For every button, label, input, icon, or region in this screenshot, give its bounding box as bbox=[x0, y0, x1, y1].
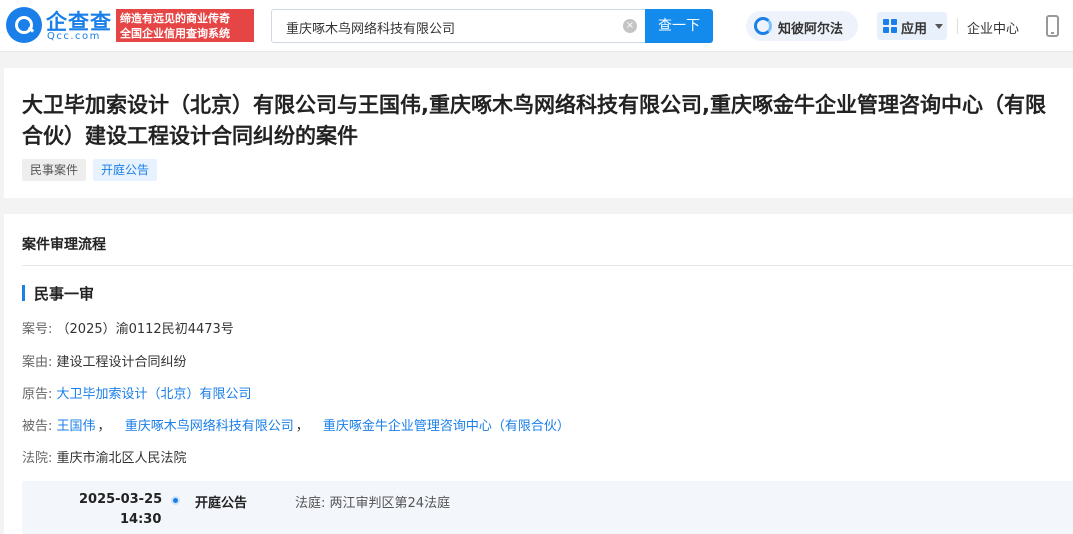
defendant-separator: ， bbox=[97, 419, 111, 434]
slogan-banner: 缔造有远见的商业传奇 全国企业信用查询系统 bbox=[116, 9, 254, 42]
chevron-down-icon bbox=[935, 24, 943, 29]
timeline-event[interactable]: 开庭公告 bbox=[195, 492, 247, 511]
court-room-value: 两江审判区第24法庭 bbox=[329, 496, 451, 511]
section-title: 案件审理流程 bbox=[22, 237, 106, 253]
court-value: 重庆市渝北区人民法院 bbox=[56, 451, 187, 466]
zhibo-alpha-label: 知彼阿尔法 bbox=[778, 22, 844, 37]
case-title-card: 大卫毕加索设计（北京）有限公司与王国伟,重庆啄木鸟网络科技有限公司,重庆啄金牛企… bbox=[4, 68, 1073, 198]
stage-title: 民事一审 bbox=[34, 285, 95, 303]
case-number-row: 案号: （2025）渝0112民初4473号 bbox=[22, 318, 234, 337]
search-button[interactable]: 查一下 bbox=[645, 9, 713, 43]
court-label: 法院: bbox=[22, 451, 53, 466]
top-header: 企查查 Qcc.com 缔造有远见的商业传奇 全国企业信用查询系统 重庆啄木鸟网… bbox=[0, 0, 1073, 52]
slogan-line-1: 缔造有远见的商业传奇 bbox=[120, 12, 230, 25]
header-divider bbox=[957, 18, 958, 34]
timeline-dot-icon bbox=[171, 496, 180, 505]
slogan-line-2: 全国企业信用查询系统 bbox=[120, 27, 230, 40]
stage-marker bbox=[22, 285, 25, 301]
timeline-court-room: 法庭: 两江审判区第24法庭 bbox=[295, 492, 450, 511]
apps-label: 应用 bbox=[901, 22, 928, 37]
search-input[interactable]: 重庆啄木鸟网络科技有限公司 × bbox=[271, 9, 645, 43]
case-process-card: 案件审理流程 民事一审 案号: （2025）渝0112民初4473号 案由: 建… bbox=[4, 214, 1073, 534]
zhibo-alpha-button[interactable]: 知彼阿尔法 bbox=[746, 11, 858, 41]
plaintiff-label: 原告: bbox=[22, 387, 53, 402]
case-number-label: 案号: bbox=[22, 322, 53, 337]
defendant-label: 被告: bbox=[22, 419, 53, 434]
qcc-logo-icon[interactable] bbox=[6, 7, 42, 43]
cause-value: 建设工程设计合同纠纷 bbox=[56, 355, 187, 370]
timeline-time: 14:30 bbox=[120, 512, 162, 527]
tag-court-notice[interactable]: 开庭公告 bbox=[93, 159, 158, 181]
section-divider bbox=[22, 265, 1073, 266]
plaintiff-row: 原告: 大卫毕加索设计（北京）有限公司 bbox=[22, 383, 252, 402]
court-row: 法院: 重庆市渝北区人民法院 bbox=[22, 447, 187, 466]
brand-domain: Qcc.com bbox=[47, 31, 101, 42]
timeline-date: 2025-03-25 bbox=[79, 492, 163, 507]
defendant-row: 被告: 王国伟， 重庆啄木鸟网络科技有限公司， 重庆啄金牛企业管理咨询中心（有限… bbox=[22, 415, 570, 434]
case-number-value: （2025）渝0112民初4473号 bbox=[56, 322, 234, 337]
tag-civil-case: 民事案件 bbox=[22, 159, 87, 181]
enterprise-center-link[interactable]: 企业中心 bbox=[967, 18, 1019, 37]
plaintiff-link[interactable]: 大卫毕加索设计（北京）有限公司 bbox=[57, 387, 252, 402]
timeline-item: 2025-03-25 14:30 开庭公告 法庭: 两江审判区第24法庭 bbox=[22, 481, 1073, 534]
clear-icon[interactable]: × bbox=[623, 19, 637, 33]
alpha-icon bbox=[754, 17, 772, 35]
cause-row: 案由: 建设工程设计合同纠纷 bbox=[22, 351, 187, 370]
court-room-label: 法庭: bbox=[295, 496, 326, 511]
case-title: 大卫毕加索设计（北京）有限公司与王国伟,重庆啄木鸟网络科技有限公司,重庆啄金牛企… bbox=[22, 93, 1046, 148]
mobile-phone-icon[interactable] bbox=[1046, 15, 1059, 37]
cause-label: 案由: bbox=[22, 355, 53, 370]
search-input-value[interactable]: 重庆啄木鸟网络科技有限公司 bbox=[286, 18, 455, 37]
grid-icon bbox=[883, 19, 897, 33]
defendant-separator: ， bbox=[295, 419, 309, 434]
defendant-link[interactable]: 重庆啄木鸟网络科技有限公司 bbox=[125, 419, 294, 434]
defendant-link[interactable]: 重庆啄金牛企业管理咨询中心（有限合伙） bbox=[323, 419, 570, 434]
defendant-link[interactable]: 王国伟 bbox=[57, 419, 96, 434]
apps-menu-button[interactable]: 应用 bbox=[877, 12, 947, 40]
